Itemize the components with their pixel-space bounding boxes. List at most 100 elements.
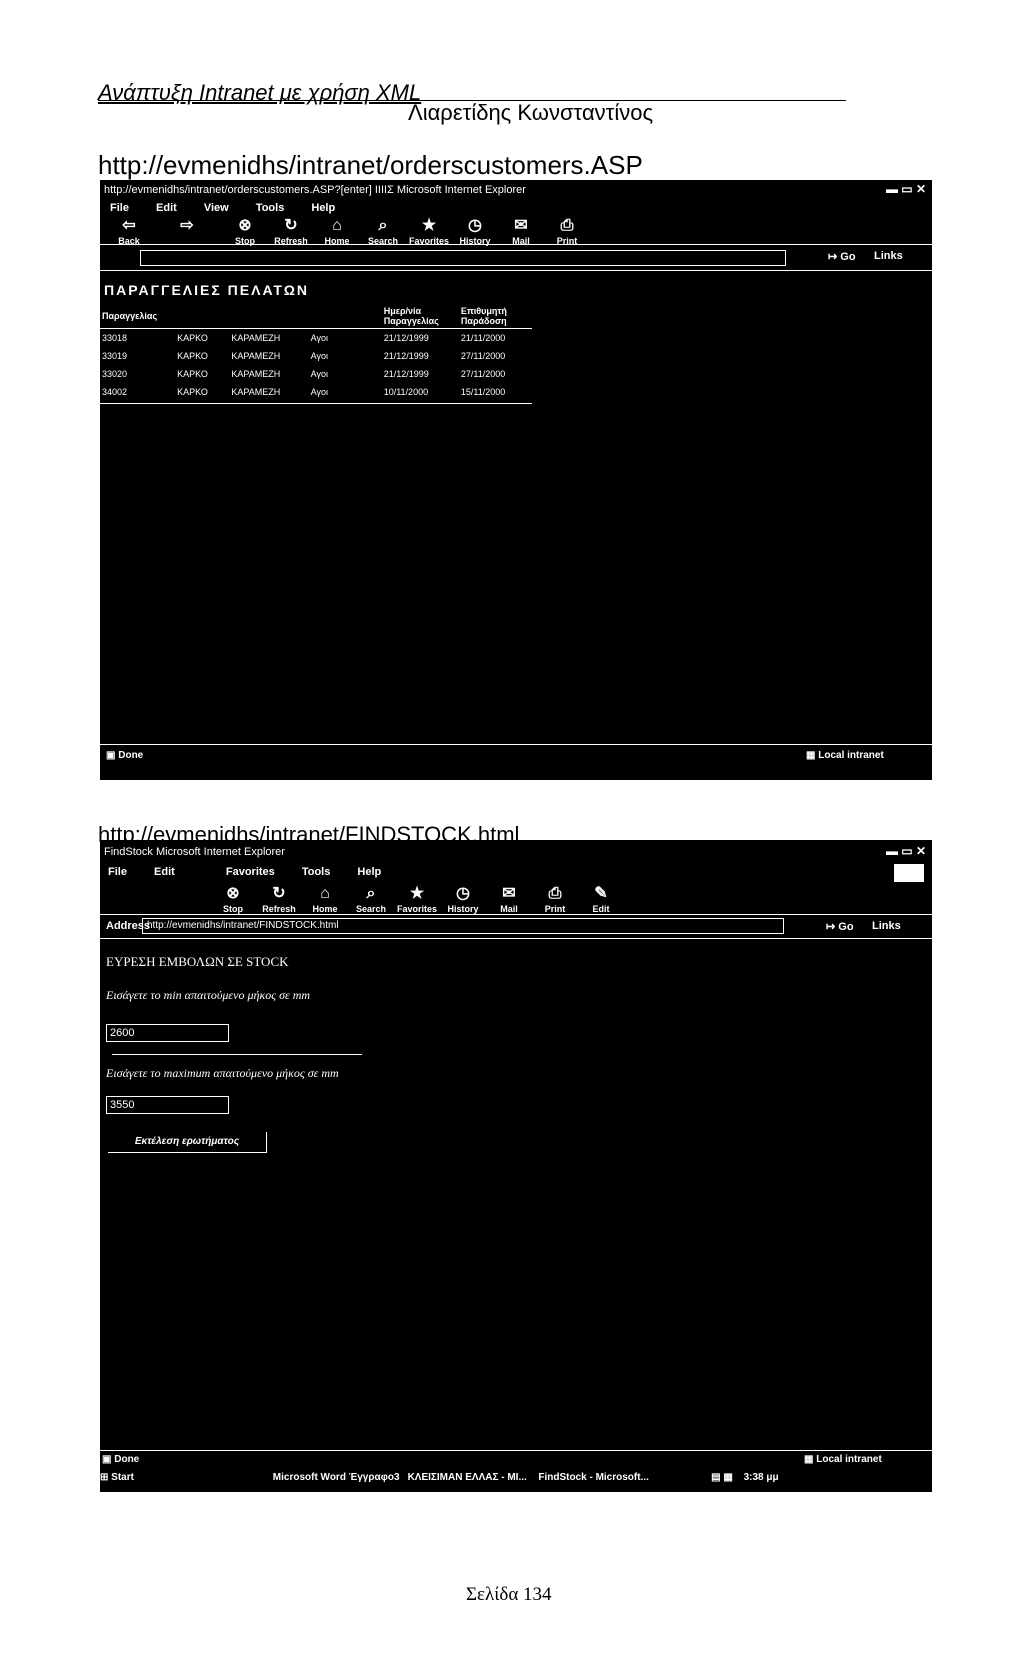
- window-title: FindStock Microsoft Internet Explorer: [104, 846, 285, 858]
- toolbar-divider: [100, 914, 932, 915]
- tray-icons: ▤ ▦: [711, 1472, 733, 1483]
- favorites-button[interactable]: ★ Favorites: [406, 216, 452, 246]
- forward-button[interactable]: ⇨: [152, 216, 222, 246]
- table-header-row: Παραγγελίας Ημερ/νία Παραγγελίας Επιθυμη…: [100, 304, 532, 329]
- page-icon: ▣: [102, 1454, 112, 1465]
- cell-city: Αγοι: [310, 333, 329, 343]
- cell-customer: ΚΑΡΚΟ: [177, 369, 208, 379]
- orders-table-wrap: Παραγγελίας Ημερ/νία Παραγγελίας Επιθυμη…: [100, 304, 532, 404]
- orders-table: Παραγγελίας Ημερ/νία Παραγγελίας Επιθυμη…: [100, 304, 532, 401]
- col-name-header: [229, 304, 309, 329]
- min-length-input[interactable]: 2600: [106, 1024, 229, 1042]
- go-button[interactable]: ↦ Go: [826, 920, 854, 933]
- menu-tools[interactable]: Tools: [256, 202, 285, 214]
- mail-button[interactable]: ✉ Mail: [498, 216, 544, 246]
- go-button[interactable]: ↦ Go: [828, 250, 856, 263]
- favorites-button[interactable]: ★ Favorites: [394, 884, 440, 914]
- window-controls[interactable]: ▬ ▭ ✕: [886, 182, 926, 196]
- ie-logo: [894, 864, 924, 882]
- execute-query-button[interactable]: Εκτέλεση ερωτήματος: [108, 1132, 267, 1153]
- links-button[interactable]: Links: [874, 250, 903, 262]
- back-button[interactable]: ⇦ Back: [106, 216, 152, 246]
- intranet-icon: ▦: [806, 750, 816, 761]
- menu-edit[interactable]: Edit: [156, 202, 177, 214]
- home-icon: ⌂: [320, 885, 330, 902]
- edit-button[interactable]: ✎ Edit: [578, 884, 624, 914]
- favorites-icon: ★: [409, 885, 425, 902]
- refresh-icon: ↻: [272, 885, 286, 902]
- document-title: Ανάπτυξη Intranet με χρήση XML: [98, 80, 422, 105]
- cell-order-date: 21/12/1999: [383, 351, 429, 361]
- cell-order-date: 21/12/1999: [383, 369, 429, 379]
- cell-order-no: 33018: [102, 333, 128, 343]
- start-button[interactable]: ⊞ Start: [100, 1472, 140, 1483]
- taskbar-item-findstock[interactable]: FindStock - Microsoft...: [538, 1472, 668, 1483]
- address-divider: [100, 938, 932, 939]
- cell-delivery-date: 27/11/2000: [460, 351, 506, 361]
- cell-city: Αγοι: [310, 351, 329, 361]
- mail-button[interactable]: ✉ Mail: [486, 884, 532, 914]
- stop-button[interactable]: ⊗ Stop: [222, 216, 268, 246]
- window-controls[interactable]: ▬ ▭ ✕: [886, 844, 926, 858]
- toolbar-divider: [100, 244, 932, 245]
- table-row: 33018 ΚΑΡΚΟ ΚΑΡΑΜΕΖΗ Αγοι 21/12/1999 21/…: [100, 329, 532, 348]
- window-title-bar: http://evmenidhs/intranet/orderscustomer…: [104, 184, 526, 196]
- cell-name: ΚΑΡΑΜΕΖΗ: [231, 387, 281, 397]
- history-button[interactable]: ◷ History: [452, 216, 498, 246]
- taskbar-clock: 3:38 μμ: [743, 1472, 779, 1483]
- home-button[interactable]: ⌂ Home: [314, 216, 360, 246]
- history-button[interactable]: ◷ History: [440, 884, 486, 914]
- window-title-bar: FindStock Microsoft Internet Explorer: [104, 846, 285, 858]
- cell-name: ΚΑΡΑΜΕΖΗ: [231, 351, 281, 361]
- stop-icon: ⊗: [226, 885, 240, 902]
- cell-order-no: 33019: [102, 351, 128, 361]
- print-button[interactable]: ⎙ Print: [532, 884, 578, 914]
- home-button[interactable]: ⌂ Home: [302, 884, 348, 914]
- screenshot-orders-customers: http://evmenidhs/intranet/orderscustomer…: [100, 180, 932, 780]
- cell-city: Αγοι: [310, 369, 329, 379]
- col-order-date-header: Ημερ/νία Παραγγελίας: [381, 304, 459, 329]
- address-bar[interactable]: [140, 250, 786, 266]
- menu-edit[interactable]: Edit: [154, 866, 175, 878]
- history-icon: ◷: [468, 217, 482, 234]
- menu-view[interactable]: View: [204, 202, 229, 214]
- menu-tools[interactable]: Tools: [302, 866, 331, 878]
- status-bar-left: ▣ Done: [102, 1454, 140, 1465]
- links-button[interactable]: Links: [872, 920, 901, 932]
- back-icon: ⇦: [122, 217, 136, 234]
- menu-help[interactable]: Help: [311, 202, 335, 214]
- address-bar[interactable]: http://evmenidhs/intranet/FINDSTOCK.html: [142, 918, 784, 934]
- stop-icon: ⊗: [238, 217, 252, 234]
- max-length-input[interactable]: 3550: [106, 1096, 229, 1114]
- favorites-icon: ★: [421, 217, 437, 234]
- status-divider: [100, 1450, 932, 1451]
- window-title: http://evmenidhs/intranet/orderscustomer…: [104, 184, 526, 196]
- stop-button[interactable]: ⊗ Stop: [210, 884, 256, 914]
- print-icon: ⎙: [548, 885, 562, 902]
- menu-favorites[interactable]: Favorites: [226, 866, 275, 878]
- menu-file[interactable]: File: [110, 202, 129, 214]
- history-icon: ◷: [456, 885, 470, 902]
- search-button[interactable]: ⌕ Search: [360, 216, 406, 246]
- form-title: ΕΥΡΕΣΗ ΕΜΒΟΛΩΝ ΣΕ STOCK: [106, 954, 289, 969]
- forward-icon: ⇨: [180, 217, 194, 234]
- cell-delivery-date: 27/11/2000: [460, 369, 506, 379]
- refresh-button[interactable]: ↻ Refresh: [256, 884, 302, 914]
- table-row: 33020 ΚΑΡΚΟ ΚΑΡΑΜΕΖΗ Αγοι 21/12/1999 27/…: [100, 365, 532, 383]
- taskbar-item-explorer[interactable]: ΚΛΕΙΣΙΜΑΝ ΕΛΛΑΣ - ΜΙ...: [408, 1472, 536, 1483]
- taskbar-item-word[interactable]: Microsoft Word Έγγραφο3: [273, 1472, 405, 1483]
- cell-order-date: 10/11/2000: [383, 387, 429, 397]
- cell-delivery-date: 15/11/2000: [460, 387, 506, 397]
- menu-help[interactable]: Help: [357, 866, 381, 878]
- menu-file[interactable]: File: [108, 866, 127, 878]
- search-button[interactable]: ⌕ Search: [348, 884, 394, 914]
- status-divider: [100, 744, 932, 745]
- col-customer-header: [175, 304, 230, 329]
- col-order-header: Παραγγελίας: [100, 304, 176, 329]
- print-button[interactable]: ⎙ Print: [544, 216, 590, 246]
- cell-city: Αγοι: [310, 387, 329, 397]
- search-icon: ⌕: [366, 885, 376, 902]
- refresh-button[interactable]: ↻ Refresh: [268, 216, 314, 246]
- status-bar-right: ▦ Local intranet: [806, 750, 884, 761]
- windows-taskbar: ⊞ Start Microsoft Word Έγγραφο3 ΚΛΕΙΣΙΜΑ…: [100, 1472, 932, 1483]
